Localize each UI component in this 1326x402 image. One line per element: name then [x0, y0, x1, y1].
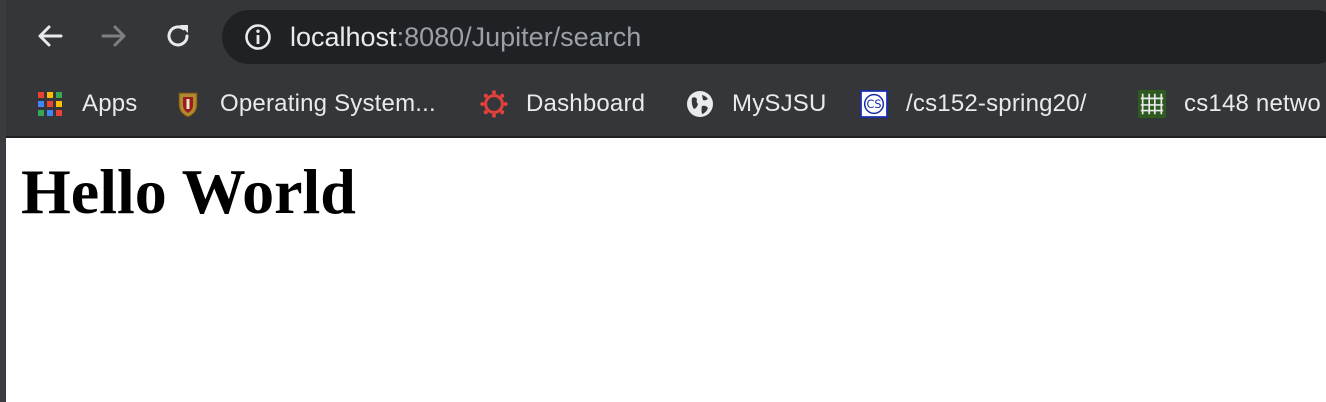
page-content: Hello World	[0, 138, 1326, 402]
page-heading: Hello World	[21, 156, 356, 227]
apps-grid-icon	[36, 90, 64, 118]
back-arrow-icon	[38, 25, 63, 47]
bookmark-label: /cs152-spring20/	[906, 90, 1087, 117]
bookmark-apps[interactable]: Apps	[36, 84, 138, 124]
bookmark-dashboard[interactable]: Dashboard	[480, 84, 645, 124]
crest-icon	[174, 90, 202, 118]
svg-text:CS: CS	[867, 98, 882, 111]
info-icon[interactable]	[244, 23, 272, 51]
bookmarks-bar: Apps Operating System... Dashboard MySJS…	[0, 72, 1326, 136]
reload-button[interactable]	[156, 14, 200, 58]
canvas-logo-icon	[480, 90, 508, 118]
browser-toolbar: localhost:8080/Jupiter/search	[0, 0, 1326, 72]
bookmark-label: cs148 netwo	[1184, 90, 1321, 117]
bookmark-label: Apps	[82, 90, 138, 117]
globe-icon	[686, 90, 714, 118]
url-text[interactable]: localhost:8080/Jupiter/search	[290, 22, 641, 52]
window-edge	[0, 0, 6, 402]
forward-arrow-icon	[101, 25, 126, 47]
forward-button[interactable]	[92, 14, 136, 58]
bookmark-operating-system[interactable]: Operating System...	[174, 84, 436, 124]
bookmark-label: Dashboard	[526, 90, 646, 117]
bookmark-mysjsu[interactable]: MySJSU	[686, 84, 827, 124]
address-bar[interactable]: localhost:8080/Jupiter/search	[222, 10, 1326, 64]
bookmark-label: MySJSU	[732, 90, 827, 117]
bookmark-label: Operating System...	[220, 90, 436, 117]
bookmark-cs152[interactable]: CS /cs152-spring20/	[860, 84, 1087, 124]
back-button[interactable]	[28, 14, 72, 58]
reload-icon	[167, 25, 189, 47]
url-host: localhost	[290, 22, 397, 52]
bookmark-cs148[interactable]: cs148 netwo	[1138, 84, 1321, 124]
cs-logo-icon: CS	[860, 90, 888, 118]
network-icon	[1138, 90, 1166, 118]
url-path: :8080/Jupiter/search	[396, 22, 642, 52]
